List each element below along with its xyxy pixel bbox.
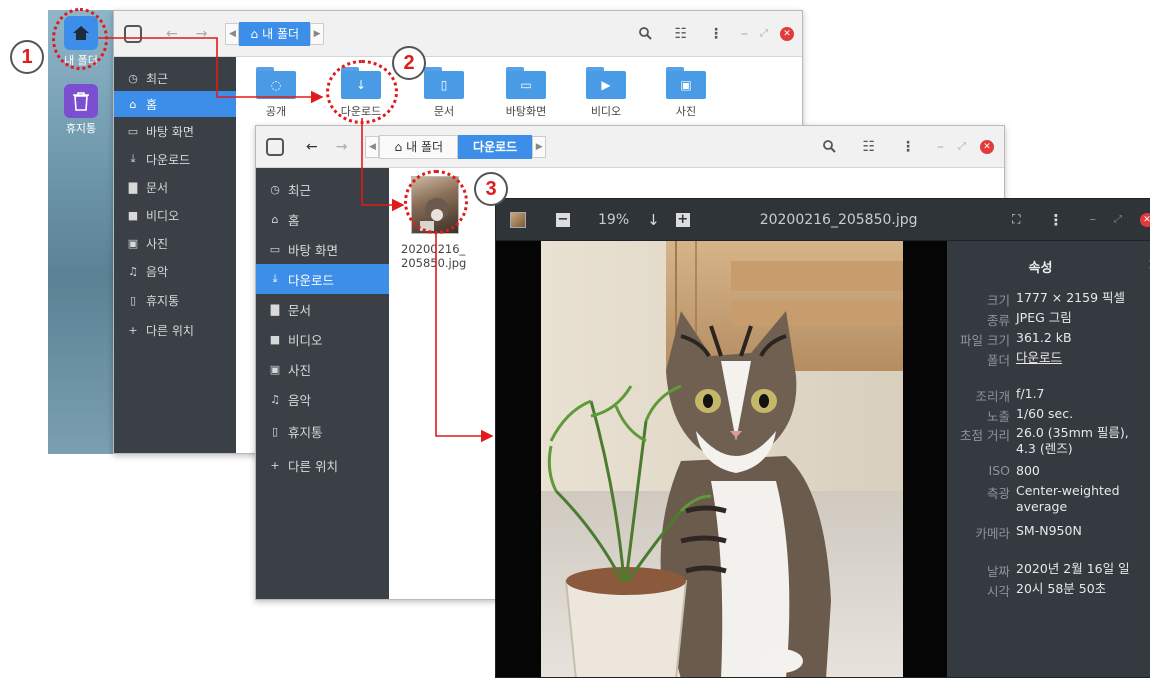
arrow-1-to-2 [98, 37, 324, 104]
annotation-arrows [98, 37, 494, 443]
arrow-2-to-3 [361, 118, 405, 212]
step-badge-3: 3 [474, 172, 508, 206]
highlight-ring-downloads-folder [326, 60, 398, 124]
highlight-ring-home-folder [52, 8, 108, 70]
step-badge-1: 1 [10, 40, 44, 74]
highlight-ring-photo-file [404, 170, 468, 234]
arrow-3-to-viewer [435, 232, 494, 443]
step-badge-2: 2 [392, 46, 426, 80]
